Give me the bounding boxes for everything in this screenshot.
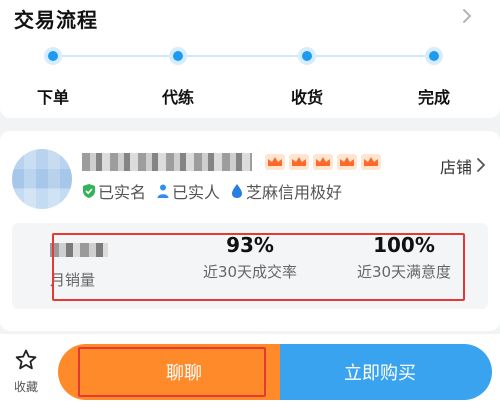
shop-rating-crowns <box>264 153 382 171</box>
steps-line <box>52 55 436 57</box>
star-icon <box>15 349 37 370</box>
shop-link[interactable]: 店铺 <box>440 154 472 178</box>
chevron-right-icon[interactable] <box>460 8 474 24</box>
shop-name-redacted <box>82 153 252 171</box>
badge-label: 已实名 <box>98 183 147 202</box>
buy-now-button[interactable]: 立即购买 <box>268 344 492 400</box>
crown-icon <box>337 154 357 170</box>
badge-real-name: 已实名 <box>82 179 146 203</box>
step-label-complete: 完成 <box>417 88 450 107</box>
shield-check-icon <box>83 184 95 198</box>
crown-icon <box>313 154 333 170</box>
crown-icon <box>361 154 381 170</box>
shop-avatar[interactable] <box>12 149 72 209</box>
step-dot <box>298 47 316 65</box>
step-label-receive: 收货 <box>290 88 323 107</box>
step-dot <box>44 47 62 65</box>
step-dot <box>425 47 443 65</box>
chat-highlight-box <box>78 347 266 397</box>
favorite-label: 收藏 <box>13 380 38 394</box>
step-dot <box>169 47 187 65</box>
chevron-right-icon[interactable] <box>476 158 486 172</box>
badge-label: 芝麻信用极好 <box>246 183 343 202</box>
trade-process-card: 交易流程 下单 代练 收货 完成 <box>0 0 500 118</box>
badge-sesame-credit: 芝麻信用极好 <box>230 179 342 203</box>
stats-highlight-box <box>52 233 465 301</box>
crown-icon <box>289 154 309 170</box>
badge-label: 已实人 <box>172 183 221 202</box>
verification-badges: 已实名 已实人 芝麻信用极好 <box>82 179 342 203</box>
step-label-order: 下单 <box>36 88 69 107</box>
process-title: 交易流程 <box>14 8 98 32</box>
shop-card: 店铺 已实名 已实人 芝麻信用极好 月销量 93% 近30天成交率 100% 近… <box>0 131 500 331</box>
crown-icon <box>265 154 285 170</box>
sesame-drop-icon <box>232 184 243 198</box>
favorite-button[interactable]: 收藏 <box>8 348 44 395</box>
person-icon <box>157 184 169 198</box>
step-label-boosting: 代练 <box>161 88 194 107</box>
badge-real-person: 已实人 <box>156 179 220 203</box>
